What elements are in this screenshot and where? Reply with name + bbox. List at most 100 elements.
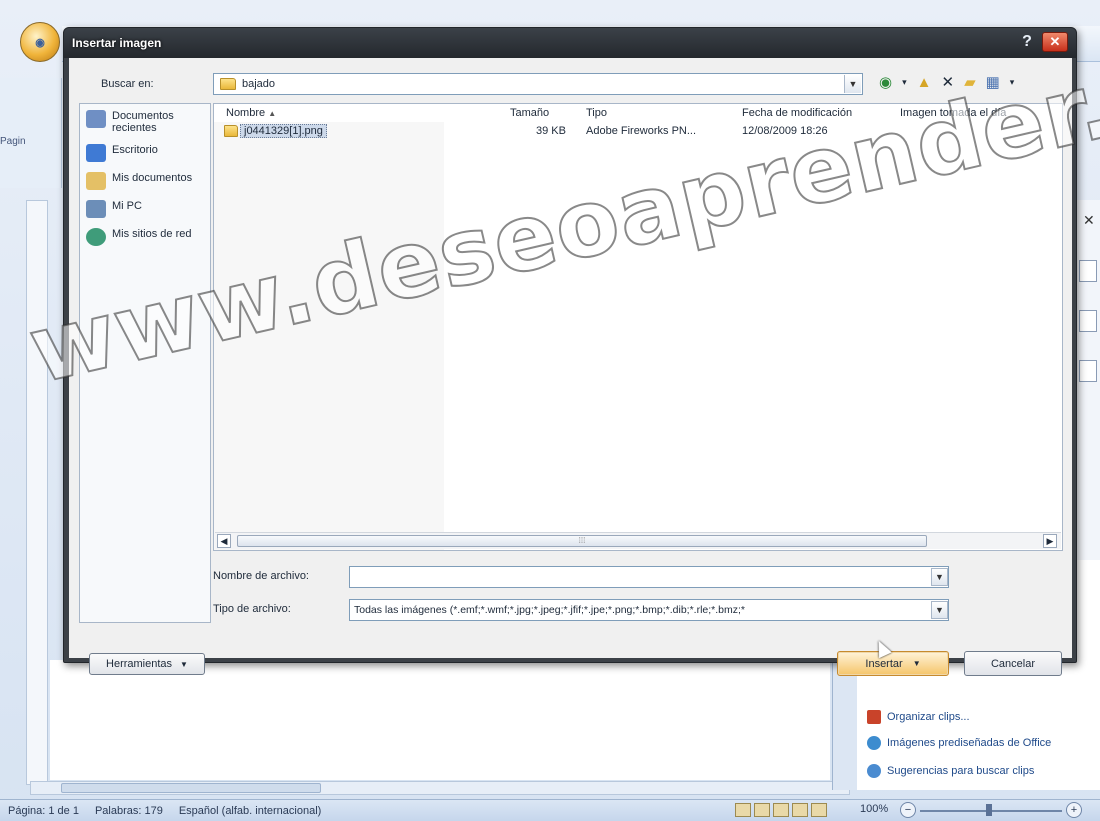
chevron-down-icon[interactable]: ▼ [931, 601, 948, 619]
outline-view-button[interactable] [792, 803, 808, 817]
zoom-in-button[interactable]: + [1066, 802, 1082, 818]
back-dropdown-icon[interactable]: ▾ [902, 77, 907, 88]
place-recent-documents[interactable]: Documentos recientes [80, 104, 210, 138]
file-type: Adobe Fireworks PN... [586, 125, 697, 137]
file-name-input[interactable] [349, 566, 949, 588]
chevron-down-icon[interactable]: ▼ [844, 75, 861, 93]
clipart-task-pane-top: ✕ [1074, 200, 1100, 560]
zoom-out-button[interactable]: − [900, 802, 916, 818]
look-in-value: bajado [242, 78, 276, 90]
ribbon-left-group: Pagin [0, 78, 62, 188]
pane-close-icon[interactable]: ✕ [1083, 212, 1095, 229]
look-in-label: Buscar en: [101, 78, 154, 90]
column-headers: Nombre ▲ Tamaño Tipo Fecha de modificaci… [214, 104, 1062, 122]
file-type-select[interactable]: Todas las imágenes (*.emf;*.wmf;*.jpg;*.… [349, 599, 949, 621]
web-layout-view-button[interactable] [773, 803, 789, 817]
folder-icon [220, 78, 236, 90]
cancel-button[interactable]: Cancelar [964, 651, 1062, 676]
file-name-label: Nombre de archivo: [213, 570, 309, 582]
views-dropdown-icon[interactable]: ▾ [1010, 77, 1015, 88]
search-tips-label: Sugerencias para buscar clips [887, 765, 1035, 777]
column-header-taken-date[interactable]: Imagen tomada el día [900, 107, 1006, 119]
place-my-documents[interactable]: Mis documentos [80, 166, 210, 194]
scroll-right-icon[interactable]: ▶ [1043, 534, 1057, 548]
views-icon[interactable]: ▦ [986, 73, 1000, 91]
zoom-level[interactable]: 100% [860, 803, 888, 815]
column-header-name[interactable]: Nombre ▲ [226, 107, 276, 119]
vertical-ruler [26, 200, 48, 785]
scroll-thumb[interactable]: ⁞⁞⁞ [237, 535, 927, 547]
ribbon-pages-label: Pagin [0, 136, 26, 147]
pane-field[interactable] [1079, 310, 1097, 332]
file-size: 39 KB [536, 125, 566, 137]
image-file-icon [224, 125, 238, 137]
status-words[interactable]: Palabras: 179 [87, 805, 171, 817]
dialog-titlebar[interactable]: Insertar imagen ? ✕ [64, 28, 1076, 58]
office-clipart-icon [867, 736, 881, 750]
document-horizontal-scrollbar[interactable] [30, 781, 850, 795]
file-name: j0441329[1].png [240, 124, 327, 138]
place-label: Mi PC [112, 200, 142, 212]
file-modified: 12/08/2009 18:26 [742, 125, 828, 137]
dropdown-arrow-icon[interactable]: ▼ [913, 659, 921, 668]
place-network[interactable]: Mis sitios de red [80, 222, 210, 250]
scroll-left-icon[interactable]: ◀ [217, 534, 231, 548]
place-label: Documentos recientes [112, 110, 174, 134]
desktop-icon [86, 144, 106, 162]
search-tips-link[interactable]: Sugerencias para buscar clips [867, 764, 1034, 778]
column-header-type[interactable]: Tipo [586, 107, 607, 119]
dropdown-arrow-icon: ▼ [180, 659, 188, 669]
office-button[interactable]: ◉ [20, 22, 60, 62]
document-page[interactable] [50, 660, 830, 780]
organize-clips-icon [867, 710, 881, 724]
column-header-modified[interactable]: Fecha de modificación [742, 107, 852, 119]
place-my-computer[interactable]: Mi PC [80, 194, 210, 222]
file-name-cell[interactable]: j0441329[1].png [224, 124, 327, 138]
up-folder-icon[interactable]: ▲ [917, 74, 932, 91]
place-label: Mis documentos [112, 172, 193, 184]
dialog-body: Buscar en: bajado ▼ ◉ ▾ ▲ ✕ ▰ ▦ ▾ Docume… [69, 58, 1072, 676]
places-bar: Documentos recientes Escritorio Mis docu… [79, 103, 211, 623]
insert-image-dialog: Insertar imagen ? ✕ Buscar en: bajado ▼ … [63, 27, 1077, 676]
file-type-label: Tipo de archivo: [213, 603, 291, 615]
tools-button-label: Herramientas [106, 658, 173, 670]
dialog-title: Insertar imagen [72, 36, 162, 50]
draft-view-button[interactable] [811, 803, 827, 817]
office-clipart-label: Imágenes prediseñadas de Office [887, 737, 1052, 749]
network-places-icon [86, 228, 106, 246]
print-layout-view-button[interactable] [735, 803, 751, 817]
pane-field[interactable] [1079, 360, 1097, 382]
column-name-label: Nombre [226, 107, 266, 119]
delete-icon[interactable]: ✕ [941, 73, 954, 91]
place-label: Escritorio [112, 144, 158, 156]
column-header-size[interactable]: Tamaño [510, 107, 549, 119]
view-buttons [735, 803, 827, 817]
place-desktop[interactable]: Escritorio [80, 138, 210, 166]
sorted-column-highlight [214, 104, 444, 550]
status-page[interactable]: Página: 1 de 1 [0, 805, 87, 817]
full-screen-view-button[interactable] [754, 803, 770, 817]
scroll-thumb[interactable] [61, 783, 321, 793]
insert-button[interactable]: Insertar ▼ [837, 651, 949, 676]
recent-documents-icon [86, 110, 106, 128]
look-in-combo[interactable]: bajado ▼ [213, 73, 863, 95]
file-row[interactable]: j0441329[1].png 39 KB Adobe Fireworks PN… [214, 124, 1062, 140]
my-documents-icon [86, 172, 106, 190]
chevron-down-icon[interactable]: ▼ [931, 568, 948, 586]
office-clipart-link[interactable]: Imágenes prediseñadas de Office [867, 736, 1051, 750]
new-folder-icon[interactable]: ▰ [964, 73, 976, 91]
close-button[interactable]: ✕ [1042, 32, 1068, 52]
status-bar: Página: 1 de 1 Palabras: 179 Español (al… [0, 799, 1100, 821]
back-icon[interactable]: ◉ [879, 73, 892, 91]
status-language[interactable]: Español (alfab. internacional) [171, 805, 329, 817]
zoom-slider-knob[interactable] [986, 804, 992, 816]
organize-clips-link[interactable]: Organizar clips... [867, 710, 970, 724]
file-list[interactable]: Nombre ▲ Tamaño Tipo Fecha de modificaci… [213, 103, 1063, 551]
place-label: Mis sitios de red [112, 228, 192, 240]
help-button[interactable]: ? [1016, 32, 1038, 52]
pane-field[interactable] [1079, 260, 1097, 282]
sort-ascending-icon: ▲ [268, 109, 277, 118]
my-computer-icon [86, 200, 106, 218]
tools-button[interactable]: Herramientas ▼ [89, 653, 205, 675]
file-list-horizontal-scrollbar[interactable]: ◀ ⁞⁞⁞ ▶ [215, 532, 1061, 549]
